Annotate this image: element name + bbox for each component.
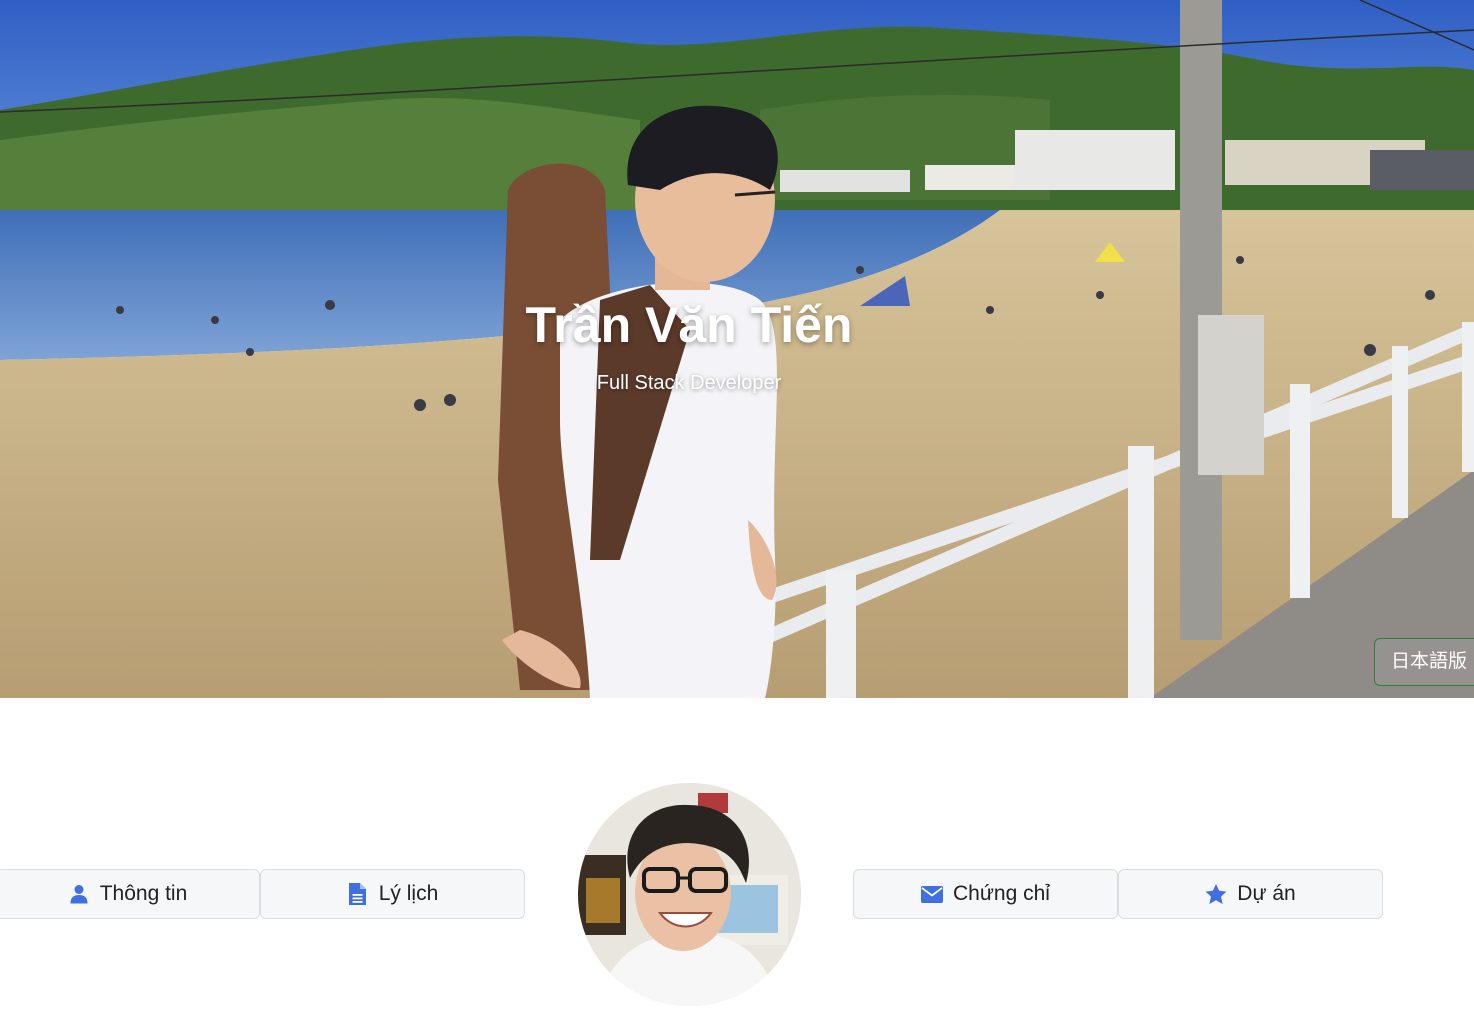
envelope-icon (921, 883, 944, 905)
nav-button-resume[interactable]: Lý lịch (260, 869, 525, 919)
hero-person-figure (498, 105, 778, 698)
nav-button-certificates-label: Chứng chỉ (953, 882, 1050, 905)
user-icon (68, 883, 90, 905)
profile-avatar (578, 783, 801, 1006)
star-icon (1205, 883, 1227, 905)
nav-button-projects-label: Dự án (1237, 882, 1296, 905)
hero-role: Full Stack Developer (596, 372, 782, 394)
japanese-version-button[interactable]: 日本語版 (1374, 638, 1474, 686)
hero-name: Trần Văn Tiến (525, 297, 853, 353)
hero-banner: Trần Văn Tiến Full Stack Developer 日本語版 (0, 0, 1474, 698)
nav-button-certificates[interactable]: Chứng chỉ (853, 869, 1118, 919)
nav-button-resume-label: Lý lịch (378, 882, 439, 905)
nav-button-info-label: Thông tin (99, 882, 188, 905)
document-icon (347, 883, 369, 905)
nav-button-info[interactable]: Thông tin (0, 869, 260, 919)
nav-button-projects[interactable]: Dự án (1118, 869, 1383, 919)
